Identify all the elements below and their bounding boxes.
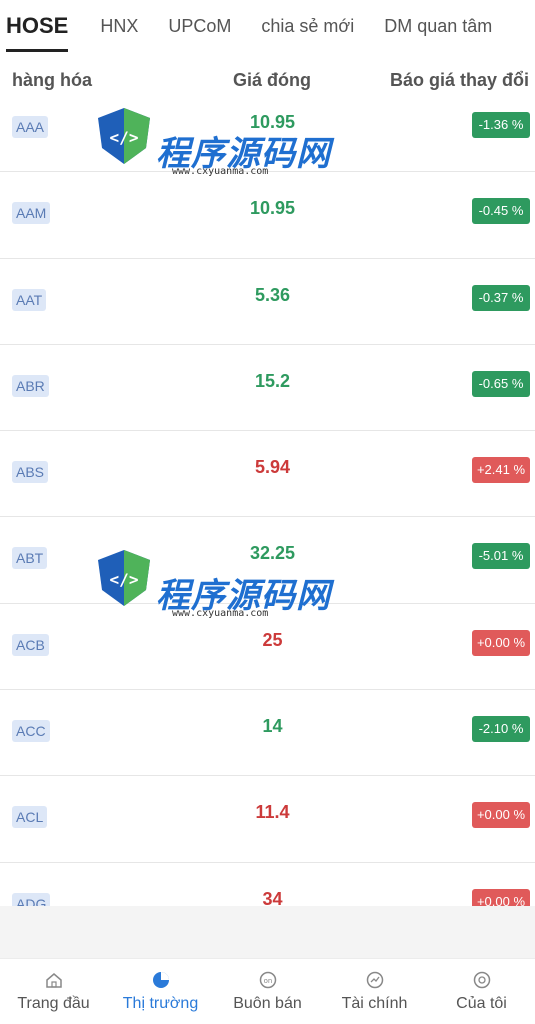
stock-symbol: AAT bbox=[12, 288, 47, 311]
stock-change-badge: +2.41 % bbox=[472, 457, 530, 484]
nav-profile[interactable]: Của tôi bbox=[428, 959, 535, 1024]
trade-icon: on bbox=[259, 971, 276, 988]
nav-profile-label: Của tôi bbox=[456, 994, 507, 1012]
finance-icon bbox=[366, 971, 383, 988]
tab-upcom[interactable]: UPCoM bbox=[168, 16, 231, 37]
stock-price: 32.25 bbox=[249, 543, 296, 564]
nav-trade-label: Buôn bán bbox=[233, 994, 302, 1012]
stock-row[interactable]: ACL 11.4 +0.00 % bbox=[0, 776, 535, 863]
stock-symbol: ABS bbox=[12, 461, 49, 484]
stock-price: 10.95 bbox=[249, 112, 296, 132]
stock-change-badge: -0.45 % bbox=[472, 198, 530, 225]
profile-icon bbox=[473, 971, 490, 988]
stock-symbol: ACC bbox=[12, 720, 50, 743]
stock-row[interactable]: ADG 34 +0.00 % bbox=[0, 863, 535, 906]
stock-change-badge: -2.10 % bbox=[472, 716, 530, 743]
nav-finance-label: Tài chính bbox=[341, 994, 408, 1012]
stock-change-badge: -0.37 % bbox=[472, 284, 530, 311]
stock-change-badge: -1.36 % bbox=[472, 112, 530, 138]
stock-row[interactable]: ABR 15.2 -0.65 % bbox=[0, 345, 535, 432]
pie-chart-icon bbox=[152, 971, 169, 988]
market-tabs: HOSE HNX UPCoM chia sẻ mới DM quan tâm bbox=[0, 0, 535, 52]
svg-text:on: on bbox=[263, 977, 272, 985]
stock-symbol: AAM bbox=[12, 202, 51, 225]
list-footer-gap bbox=[0, 906, 535, 958]
stock-list: AAA 10.95 -1.36 % AAM 10.95 -0.45 % AAT 5.36 -0.… bbox=[0, 86, 535, 906]
stock-symbol: ACL bbox=[12, 806, 48, 829]
home-icon bbox=[45, 972, 62, 988]
tab-hnx[interactable]: HNX bbox=[100, 16, 138, 37]
tab-hose[interactable]: HOSE bbox=[6, 13, 69, 52]
stock-row[interactable]: AAT 5.36 -0.37 % bbox=[0, 259, 535, 345]
stock-symbol: AAA bbox=[12, 116, 49, 138]
nav-market[interactable]: Thị trường bbox=[107, 959, 214, 1024]
stock-price: 11.4 bbox=[255, 802, 290, 823]
nav-market-label: Thị trường bbox=[122, 994, 199, 1012]
stock-row[interactable]: ABS 5.94 +2.41 % bbox=[0, 431, 535, 518]
stock-price: 34 bbox=[262, 888, 283, 906]
nav-finance[interactable]: Tài chính bbox=[321, 959, 428, 1024]
stock-symbol: ADG bbox=[12, 892, 51, 906]
stock-row[interactable]: ABT 32.25 -5.01 % bbox=[0, 517, 535, 604]
stock-price: 25 bbox=[262, 629, 283, 650]
stock-change-badge: +0.00 % bbox=[472, 888, 530, 906]
stock-price: 5.36 bbox=[254, 284, 291, 305]
stock-row[interactable]: AAA 10.95 -1.36 % bbox=[0, 86, 535, 173]
stock-change-badge: -0.65 % bbox=[472, 370, 530, 397]
nav-home[interactable]: Trang đầu bbox=[0, 959, 107, 1024]
nav-trade[interactable]: on Buôn bán bbox=[214, 959, 321, 1024]
stock-price: 14 bbox=[262, 716, 283, 737]
tab-watchlist[interactable]: DM quan tâm bbox=[384, 16, 492, 37]
stock-row[interactable]: ACC 14 -2.10 % bbox=[0, 690, 535, 777]
stock-price: 5.94 bbox=[254, 457, 291, 478]
stock-symbol: ACB bbox=[12, 633, 49, 656]
stock-price: 15.2 bbox=[254, 370, 291, 391]
stock-symbol: ABT bbox=[12, 547, 48, 570]
bottom-nav: Trang đầu Thị trường on Buôn bán Tài chí… bbox=[0, 958, 535, 1024]
tab-new-shares[interactable]: chia sẻ mới bbox=[261, 16, 354, 37]
stock-change-badge: +0.00 % bbox=[472, 629, 530, 656]
stock-row[interactable]: ACB 25 +0.00 % bbox=[0, 604, 535, 691]
stock-symbol: ABR bbox=[12, 374, 49, 397]
stock-price: 10.95 bbox=[249, 198, 296, 219]
stock-change-badge: -5.01 % bbox=[472, 543, 530, 570]
stock-change-badge: +0.00 % bbox=[472, 802, 530, 829]
stock-row[interactable]: AAM 10.95 -0.45 % bbox=[0, 172, 535, 259]
nav-home-label: Trang đầu bbox=[17, 994, 90, 1012]
